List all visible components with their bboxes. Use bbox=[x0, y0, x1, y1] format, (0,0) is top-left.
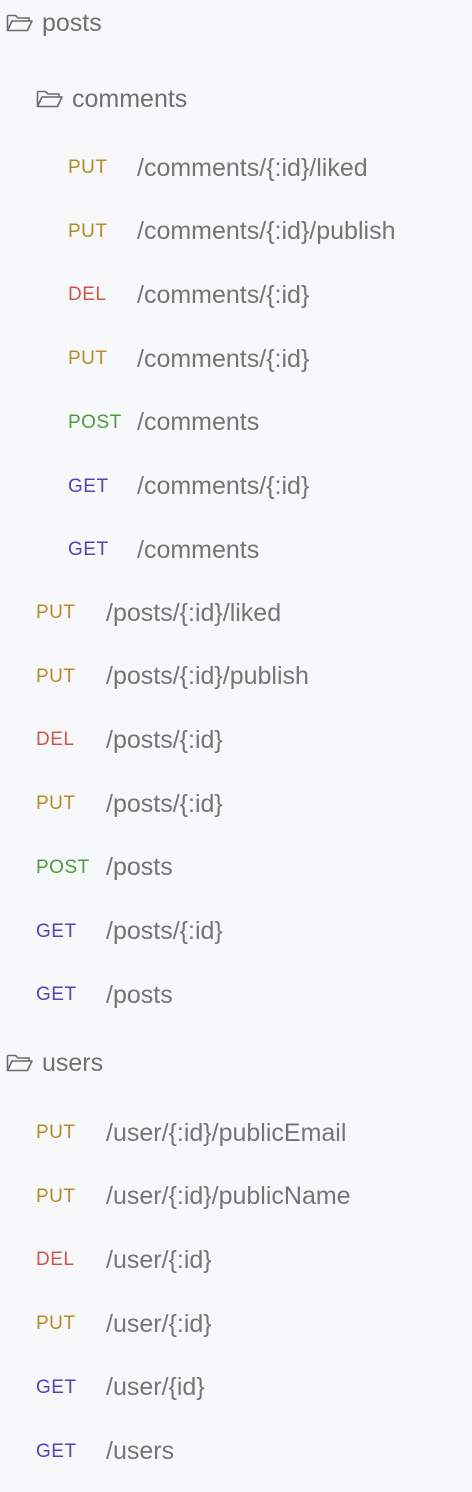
folder-label: posts bbox=[42, 8, 102, 37]
method-badge: GET bbox=[68, 539, 109, 561]
endpoint-path: /posts/{:id}/publish bbox=[106, 662, 309, 691]
endpoint-row[interactable]: GET/comments bbox=[0, 530, 472, 570]
endpoint-path: /posts/{:id} bbox=[106, 725, 223, 754]
endpoint-path: /users bbox=[106, 1437, 175, 1465]
endpoint-path: /comments bbox=[137, 408, 260, 437]
method-badge: GET bbox=[36, 984, 77, 1006]
method-badge: PUT bbox=[36, 1185, 76, 1207]
method-badge: PUT bbox=[36, 1122, 76, 1143]
endpoint-row[interactable]: GET/users bbox=[0, 1432, 472, 1472]
endpoint-path: /posts bbox=[106, 853, 173, 882]
method-badge: PUT bbox=[36, 665, 76, 687]
endpoint-row[interactable]: PUT/posts/{:id}/publish bbox=[0, 657, 472, 697]
folder-open-icon bbox=[36, 90, 63, 108]
endpoint-row[interactable]: POST/posts bbox=[0, 848, 472, 888]
endpoint-row[interactable]: PUT/comments/{:id}/publish bbox=[0, 212, 472, 252]
endpoint-row[interactable]: PUT/user/{:id}/publicEmail bbox=[0, 1113, 472, 1153]
endpoint-row[interactable]: PUT/posts/{:id}/liked bbox=[0, 593, 472, 633]
folder-open-icon bbox=[6, 14, 33, 32]
endpoint-path: /comments/{:id} bbox=[137, 472, 310, 500]
method-badge: DEL bbox=[36, 729, 75, 751]
method-badge: PUT bbox=[36, 793, 76, 815]
endpoint-path: /comments/{:id} bbox=[137, 344, 310, 373]
endpoint-row[interactable]: GET/user/{id} bbox=[0, 1368, 472, 1408]
method-badge: GET bbox=[36, 1376, 77, 1398]
endpoint-path: /user/{:id} bbox=[106, 1309, 212, 1338]
method-badge: DEL bbox=[36, 1249, 75, 1271]
method-badge: DEL bbox=[68, 284, 107, 306]
endpoint-row[interactable]: PUT/posts/{:id} bbox=[0, 784, 472, 824]
endpoint-row[interactable]: PUT/user/{:id} bbox=[0, 1304, 472, 1344]
folder-comments[interactable]: comments bbox=[36, 79, 187, 119]
method-badge: PUT bbox=[68, 220, 108, 242]
method-badge: PUT bbox=[68, 348, 108, 370]
folder-open-icon bbox=[6, 1054, 33, 1072]
endpoint-row[interactable]: PUT/comments/{:id}/liked bbox=[0, 148, 472, 188]
endpoint-path: /user/{:id}/publicName bbox=[106, 1182, 351, 1211]
endpoint-row[interactable]: POST/comments bbox=[0, 403, 472, 443]
method-badge: PUT bbox=[36, 1313, 76, 1335]
endpoint-row[interactable]: GET/posts bbox=[0, 975, 472, 1015]
endpoint-row[interactable]: PUT/user/{:id}/publicName bbox=[0, 1177, 472, 1217]
endpoint-path: /posts/{:id}/liked bbox=[106, 598, 282, 627]
method-badge: GET bbox=[68, 475, 109, 497]
method-badge: POST bbox=[36, 856, 90, 878]
endpoint-path: /comments/{:id}/publish bbox=[137, 217, 396, 246]
method-badge: PUT bbox=[68, 157, 108, 178]
endpoint-row[interactable]: GET/posts/{:id} bbox=[0, 912, 472, 952]
folder-posts[interactable]: posts bbox=[6, 3, 102, 43]
endpoint-row[interactable]: GET/comments/{:id} bbox=[0, 467, 472, 507]
endpoint-path: /comments/{:id} bbox=[137, 280, 310, 309]
method-badge: PUT bbox=[36, 602, 76, 623]
endpoint-path: /posts/{:id} bbox=[106, 789, 223, 818]
method-badge: GET bbox=[36, 1440, 77, 1462]
endpoint-path: /comments bbox=[137, 535, 260, 564]
endpoint-row[interactable]: DEL/user/{:id} bbox=[0, 1240, 472, 1280]
folder-label: comments bbox=[72, 84, 188, 113]
folder-label: users bbox=[42, 1048, 104, 1077]
method-badge: GET bbox=[36, 920, 77, 942]
method-badge: POST bbox=[68, 411, 122, 433]
endpoint-path: /posts bbox=[106, 980, 173, 1009]
endpoint-path: /comments/{:id}/liked bbox=[137, 153, 368, 182]
endpoint-path: /user/{id} bbox=[106, 1373, 205, 1402]
endpoint-path: /user/{:id}/publicEmail bbox=[106, 1118, 347, 1147]
endpoint-path: /user/{:id} bbox=[106, 1245, 212, 1274]
endpoint-row[interactable]: PUT/comments/{:id} bbox=[0, 339, 472, 379]
endpoint-row[interactable]: DEL/comments/{:id} bbox=[0, 275, 472, 315]
folder-users[interactable]: users bbox=[6, 1043, 103, 1083]
endpoint-row[interactable]: DEL/posts/{:id} bbox=[0, 720, 472, 760]
endpoint-path: /posts/{:id} bbox=[106, 917, 223, 945]
